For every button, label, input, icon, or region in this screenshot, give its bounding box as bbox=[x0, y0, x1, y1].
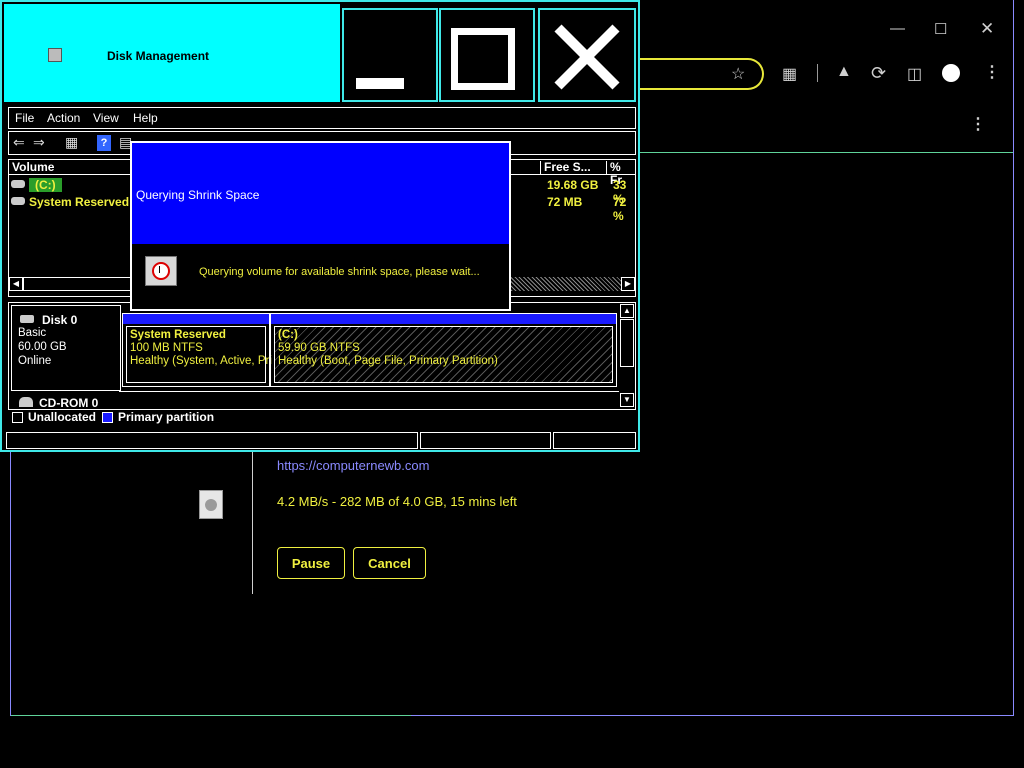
cdrom-name: CD-ROM 0 bbox=[39, 396, 99, 410]
disk-name: Disk 0 bbox=[42, 313, 78, 327]
legend: Unallocated Primary partition bbox=[8, 409, 636, 429]
minimize-button[interactable] bbox=[342, 8, 438, 102]
window-title: Disk Management bbox=[107, 49, 210, 63]
status-pane-3 bbox=[553, 432, 636, 449]
properties-icon[interactable]: ▦ bbox=[65, 134, 78, 151]
star-icon[interactable]: ☆ bbox=[731, 64, 745, 84]
status-pane-1 bbox=[6, 432, 418, 449]
minimize-icon bbox=[356, 78, 404, 89]
vertical-scrollbar[interactable]: ▲ ▼ bbox=[620, 303, 635, 409]
close-button[interactable] bbox=[538, 8, 636, 102]
menu-view[interactable]: View bbox=[93, 111, 119, 125]
partition-name: (C:) bbox=[278, 329, 298, 341]
partition-size: 59.90 GB NTFS bbox=[278, 342, 360, 354]
partition-body: (C:) 59.90 GB NTFS Healthy (Boot, Page F… bbox=[274, 326, 613, 383]
partition-status: Healthy (System, Active, Pri bbox=[130, 355, 272, 367]
legend-swatch-unallocated bbox=[12, 412, 23, 423]
extensions-icon[interactable]: ▦ bbox=[782, 64, 797, 84]
disk-status: Online bbox=[18, 355, 52, 367]
help-icon[interactable]: ? bbox=[97, 135, 111, 151]
disk-icon bbox=[20, 315, 34, 323]
bottom-accent-line bbox=[11, 715, 411, 716]
partition-header bbox=[271, 314, 616, 324]
kebab-menu-icon[interactable]: ⋮ bbox=[984, 62, 1000, 82]
dialog-title: Querying Shrink Space bbox=[136, 188, 260, 202]
maximize-icon[interactable]: ☐ bbox=[934, 20, 947, 38]
labs-flask-icon[interactable]: ▲ bbox=[836, 63, 852, 81]
refresh-icon[interactable]: ⟳ bbox=[871, 63, 886, 84]
free-space-system-reserved: 72 MB bbox=[547, 195, 583, 209]
maximize-button[interactable] bbox=[439, 8, 535, 102]
scroll-track[interactable] bbox=[507, 277, 621, 291]
back-arrow-icon[interactable]: ⇐ bbox=[13, 134, 25, 151]
forward-arrow-icon[interactable]: ⇒ bbox=[33, 134, 45, 151]
free-space-c: 19.68 GB bbox=[547, 178, 599, 192]
disk-map: Disk 0 Basic 60.00 GB Online System Rese… bbox=[8, 302, 636, 410]
scroll-right-icon[interactable]: ▶ bbox=[621, 277, 635, 291]
menu-help[interactable]: Help bbox=[133, 111, 158, 125]
partition-body: System Reserved 100 MB NTFS Healthy (Sys… bbox=[126, 326, 272, 383]
page-menu-icon[interactable]: ⋮ bbox=[970, 114, 986, 134]
dialog-title-bar[interactable]: Querying Shrink Space bbox=[132, 143, 509, 244]
disk-management-icon bbox=[48, 48, 62, 62]
scroll-down-icon[interactable]: ▼ bbox=[620, 393, 634, 407]
download-separator bbox=[252, 452, 253, 594]
clock-icon bbox=[145, 256, 177, 286]
partition-c[interactable]: (C:) 59.90 GB NTFS Healthy (Boot, Page F… bbox=[270, 313, 617, 387]
dialog-message: Querying volume for available shrink spa… bbox=[199, 266, 480, 278]
download-status: 4.2 MB/s - 282 MB of 4.0 GB, 15 mins lef… bbox=[277, 494, 517, 509]
status-pane-2 bbox=[420, 432, 551, 449]
toolbar-separator bbox=[817, 64, 818, 82]
legend-unallocated: Unallocated bbox=[28, 410, 97, 424]
legend-primary-partition: Primary partition bbox=[118, 410, 215, 424]
menu-bar: File Action View Help bbox=[8, 107, 636, 129]
cancel-button[interactable]: Cancel bbox=[353, 547, 426, 579]
menu-file[interactable]: File bbox=[15, 111, 34, 125]
volume-row-system-reserved[interactable]: System Reserved bbox=[29, 195, 129, 209]
partition-size: 100 MB NTFS bbox=[130, 342, 203, 354]
volume-row-c[interactable]: (C:) bbox=[29, 178, 62, 192]
maximize-icon bbox=[451, 28, 515, 90]
query-shrink-dialog: Querying Shrink Space Querying volume fo… bbox=[130, 141, 511, 311]
disk-type: Basic bbox=[18, 327, 47, 339]
scroll-thumb[interactable] bbox=[620, 319, 634, 367]
pause-button[interactable]: Pause bbox=[277, 547, 345, 579]
partition-header bbox=[123, 314, 269, 324]
menu-action[interactable]: Action bbox=[47, 111, 80, 125]
close-icon bbox=[554, 24, 620, 90]
scroll-up-icon[interactable]: ▲ bbox=[620, 304, 634, 318]
disk-size: 60.00 GB bbox=[18, 341, 67, 353]
disk-row-divider bbox=[119, 391, 619, 392]
column-percent-free[interactable]: % Fr bbox=[607, 161, 635, 187]
drive-icon bbox=[11, 180, 25, 188]
scroll-left-icon[interactable]: ◀ bbox=[9, 277, 23, 291]
drive-icon bbox=[11, 197, 25, 205]
pct-free-system-reserved: 72 % bbox=[613, 195, 627, 223]
partition-system-reserved[interactable]: System Reserved 100 MB NTFS Healthy (Sys… bbox=[122, 313, 272, 387]
title-bar[interactable]: Disk Management bbox=[4, 4, 340, 102]
cdrom-icon bbox=[19, 397, 33, 407]
disk-0-label[interactable]: Disk 0 Basic 60.00 GB Online bbox=[11, 305, 121, 391]
column-free-space[interactable]: Free S... bbox=[541, 161, 607, 175]
partition-name: System Reserved bbox=[130, 329, 226, 341]
minimize-icon[interactable]: — bbox=[890, 20, 905, 37]
profile-icon[interactable] bbox=[942, 64, 960, 82]
side-panel-icon[interactable]: ◫ bbox=[907, 64, 922, 84]
file-icon bbox=[199, 490, 223, 519]
download-url[interactable]: https://computernewb.com bbox=[277, 458, 429, 473]
legend-swatch-primary bbox=[102, 412, 113, 423]
close-icon[interactable]: ✕ bbox=[980, 19, 994, 39]
partition-status: Healthy (Boot, Page File, Primary Partit… bbox=[278, 355, 498, 367]
